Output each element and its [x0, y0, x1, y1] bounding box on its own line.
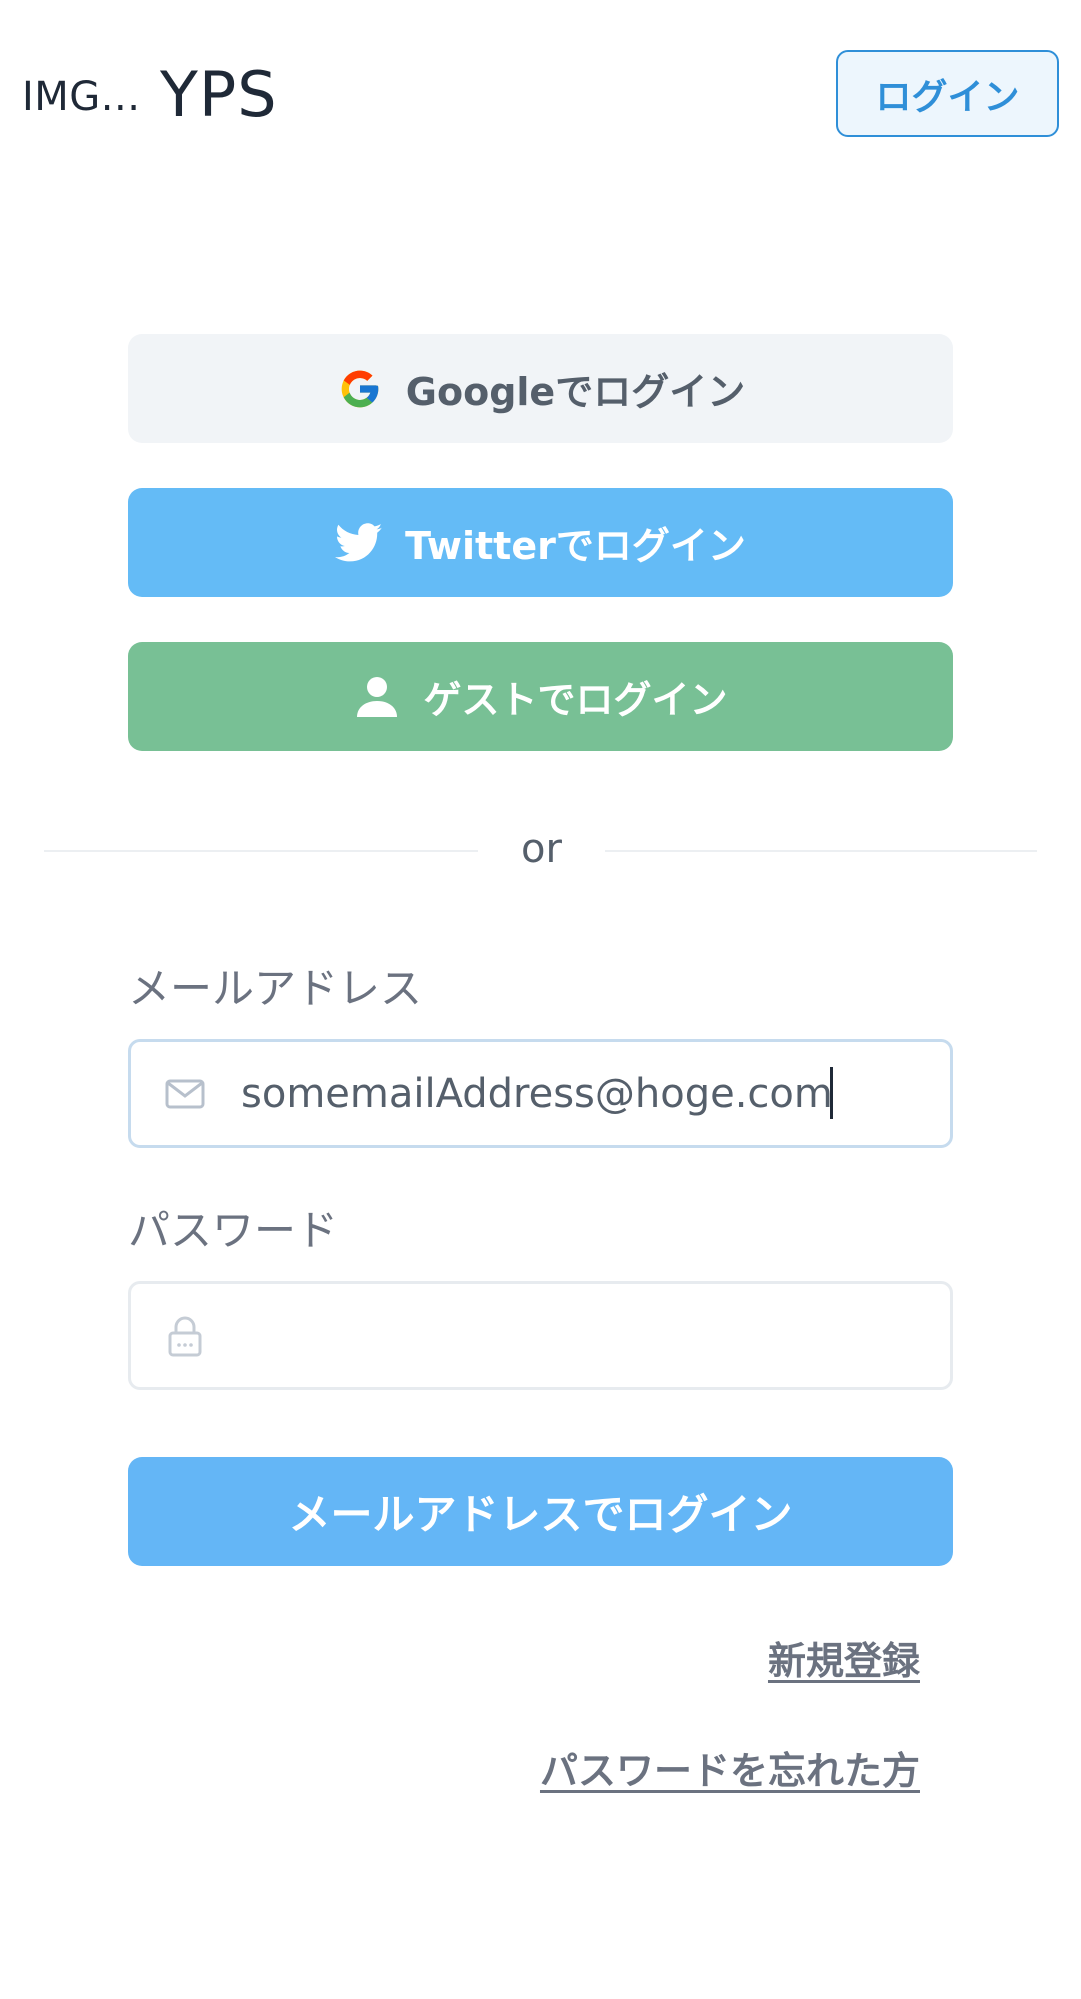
logo-image-alt[interactable]: IMG...	[22, 74, 140, 120]
divider-line-right	[605, 850, 1037, 852]
forgot-password-link[interactable]: パスワードを忘れた方	[540, 1740, 920, 1795]
divider-or-text: or	[521, 826, 562, 872]
guest-login-label: ゲストでログイン	[423, 678, 728, 722]
twitter-login-button[interactable]: Twitterでログイン	[128, 488, 953, 597]
password-field-container	[128, 1281, 953, 1390]
google-login-button[interactable]: Googleでログイン	[128, 334, 953, 443]
guest-login-button[interactable]: ゲストでログイン	[128, 642, 953, 751]
mail-icon	[163, 1072, 207, 1116]
google-icon	[336, 365, 384, 413]
email-input[interactable]	[241, 1042, 941, 1145]
password-input[interactable]	[241, 1284, 941, 1387]
twitter-login-label: Twitterでログイン	[405, 524, 746, 568]
header-login-button[interactable]: ログイン	[836, 50, 1059, 137]
lock-icon	[163, 1314, 207, 1358]
email-label: メールアドレス	[128, 964, 423, 1013]
password-label: パスワード	[128, 1206, 339, 1255]
google-login-label: Googleでログイン	[405, 370, 746, 414]
twitter-bird-icon	[335, 519, 383, 567]
app-header: IMG... YPS ログイン	[0, 0, 1081, 190]
text-caret	[830, 1067, 833, 1119]
login-page: IMG... YPS ログイン Googleでログイン Twitterでログイン	[0, 0, 1081, 1999]
app-title[interactable]: YPS	[160, 58, 278, 131]
email-login-button[interactable]: メールアドレスでログイン	[128, 1457, 953, 1566]
register-link[interactable]: 新規登録	[768, 1630, 920, 1685]
user-icon	[353, 673, 401, 721]
divider-line-left	[44, 850, 478, 852]
